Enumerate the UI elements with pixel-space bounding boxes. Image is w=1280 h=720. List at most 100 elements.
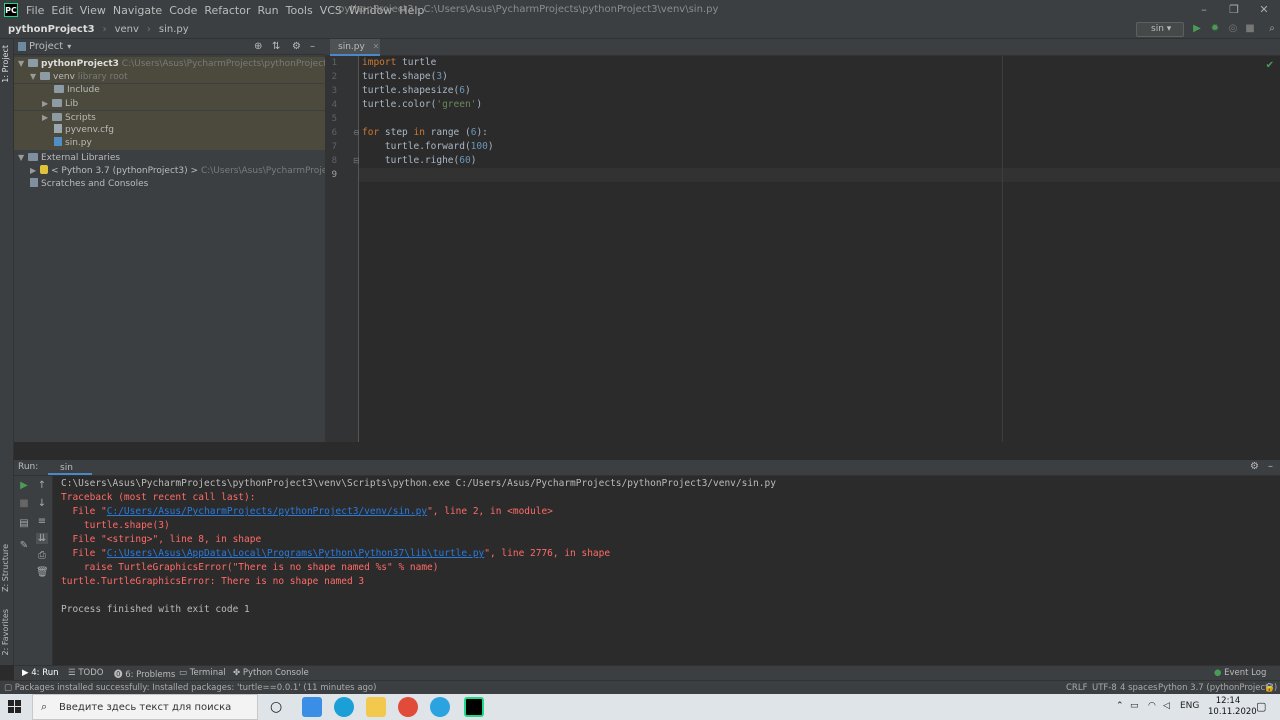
hide-panel-icon[interactable]: – xyxy=(310,41,315,52)
editor-tab-label: sin.py xyxy=(338,42,365,52)
line-number: 3 xyxy=(331,86,337,96)
interpreter[interactable]: Python 3.7 (pythonProject3) xyxy=(1158,683,1277,693)
menu-file[interactable]: File xyxy=(26,4,44,17)
menu-tools[interactable]: Tools xyxy=(286,4,313,17)
console-output[interactable]: C:\Users\Asus\PycharmProjects\pythonProj… xyxy=(53,476,1280,665)
expand-arrow-icon[interactable]: ▼ xyxy=(18,151,28,164)
file-link[interactable]: C:\Users\Asus\AppData\Local\Programs\Pyt… xyxy=(107,548,485,559)
panel-splitter[interactable] xyxy=(14,442,1280,460)
chrome-app-icon[interactable] xyxy=(398,697,418,717)
gear-icon[interactable]: ⚙ xyxy=(1250,461,1259,472)
breadcrumb-venv[interactable]: venv xyxy=(115,24,139,35)
coverage-icon[interactable]: ◎ xyxy=(1227,23,1239,35)
run-panel-label: Run: xyxy=(18,462,39,472)
menu-bar: PC File Edit View Navigate Code Refactor… xyxy=(0,0,1280,20)
trash-icon[interactable]: 🗑 xyxy=(36,567,49,578)
tree-item-scripts[interactable]: ▶ Scripts xyxy=(14,111,325,124)
lock-icon[interactable]: 🔒 xyxy=(1264,683,1275,693)
code-editor[interactable]: import turtle turtle.shape(3) turtle.sha… xyxy=(359,56,1280,442)
menu-code[interactable]: Code xyxy=(169,4,197,17)
chevron-right-icon[interactable]: ▶ xyxy=(30,164,40,177)
tree-item-pyvenv[interactable]: pyvenv.cfg xyxy=(14,124,325,137)
task-view-icon[interactable]: ○ xyxy=(270,699,282,715)
tree-item-lib[interactable]: ▶ Lib xyxy=(14,97,325,110)
volume-icon[interactable]: ◁ xyxy=(1163,701,1170,711)
pycharm-app-icon[interactable] xyxy=(464,697,484,717)
soft-wrap-icon[interactable]: ≡ xyxy=(36,516,48,527)
tool-tab-problems[interactable]: ⓿ 6: Problems xyxy=(114,668,175,680)
tool-tab-event-log[interactable]: ● Event Log xyxy=(1214,668,1266,678)
locate-icon[interactable]: ⊕ xyxy=(254,41,262,52)
tool-tab-run[interactable]: ▶ 4: Run xyxy=(22,668,59,678)
tree-item-venv[interactable]: ▼ venv library root xyxy=(14,70,325,83)
folder-icon xyxy=(52,99,62,107)
chevron-right-icon[interactable]: ▶ xyxy=(42,97,52,110)
folder-app-icon[interactable] xyxy=(366,697,386,717)
edge-app-icon[interactable] xyxy=(334,697,354,717)
stop-icon[interactable]: ■ xyxy=(1244,23,1256,35)
telegram-app-icon[interactable] xyxy=(430,697,450,717)
menu-run[interactable]: Run xyxy=(258,4,279,17)
tray-chevron-icon[interactable]: ⌃ xyxy=(1116,701,1124,711)
run-icon[interactable]: ▶ xyxy=(1191,23,1203,35)
editor-tab-sin-py[interactable]: sin.py ✕ xyxy=(330,39,380,56)
network-icon[interactable]: ▭ xyxy=(1130,701,1139,711)
inspection-ok-icon[interactable]: ✔ xyxy=(1266,60,1274,71)
project-side-tab[interactable]: 1: Project xyxy=(1,45,10,83)
minimize-icon[interactable]: – xyxy=(1194,3,1214,17)
pin-icon[interactable]: ✎ xyxy=(18,540,30,551)
tree-item-external-libraries[interactable]: ▼ External Libraries xyxy=(14,151,120,164)
menu-refactor[interactable]: Refactor xyxy=(204,4,250,17)
tray-clock[interactable]: 12:14 10.11.2020 xyxy=(1208,696,1257,718)
tree-item-include[interactable]: Include xyxy=(14,84,325,97)
rerun-icon[interactable]: ▶ xyxy=(18,480,30,491)
line-number: 9 xyxy=(331,170,337,180)
search-icon[interactable]: ⌕ xyxy=(1266,23,1278,35)
tree-item-scratches[interactable]: Scratches and Consoles xyxy=(14,178,148,191)
stop-icon[interactable]: ■ xyxy=(18,498,30,509)
menu-navigate[interactable]: Navigate xyxy=(113,4,162,17)
breadcrumb-file[interactable]: sin.py xyxy=(159,24,189,35)
favorites-side-tab[interactable]: 2: Favorites xyxy=(1,609,10,655)
breadcrumb-project[interactable]: pythonProject3 xyxy=(8,24,95,35)
language-indicator[interactable]: ENG xyxy=(1180,701,1199,711)
code-line: turtle.righe(60) xyxy=(362,155,477,166)
hide-panel-icon[interactable]: – xyxy=(1268,461,1273,472)
indent-setting[interactable]: 4 spaces xyxy=(1120,683,1157,693)
run-tab-sin[interactable]: sin xyxy=(48,461,92,475)
maximize-icon[interactable]: ❐ xyxy=(1224,3,1244,17)
debug-icon[interactable]: ✹ xyxy=(1209,23,1221,35)
project-panel-title[interactable]: Project xyxy=(29,41,63,52)
notifications-icon[interactable]: ▢ xyxy=(1256,700,1266,713)
collapse-all-icon[interactable]: ⇅ xyxy=(272,41,280,52)
close-icon[interactable]: ✕ xyxy=(1254,3,1274,17)
menu-edit[interactable]: Edit xyxy=(51,4,72,17)
wifi-icon[interactable]: ◠ xyxy=(1148,701,1156,711)
print-icon[interactable]: ⎙ xyxy=(36,550,48,561)
line-separator[interactable]: CRLF xyxy=(1066,683,1087,693)
chevron-down-icon[interactable]: ▾ xyxy=(67,42,71,51)
layout-icon[interactable]: ▤ xyxy=(18,518,30,529)
expand-arrow-icon[interactable]: ▼ xyxy=(30,70,40,83)
expand-arrow-icon[interactable]: ▼ xyxy=(18,57,28,70)
scroll-to-end-icon[interactable]: ⇊ xyxy=(36,533,48,544)
structure-side-tab[interactable]: Z: Structure xyxy=(1,544,10,592)
arrow-down-icon[interactable]: ↓ xyxy=(36,498,48,509)
chevron-right-icon[interactable]: ▶ xyxy=(42,111,52,124)
menu-view[interactable]: View xyxy=(80,4,106,17)
windows-start-icon[interactable] xyxy=(8,700,22,714)
arrow-up-icon[interactable]: ↑ xyxy=(36,480,48,491)
tool-tab-terminal[interactable]: ▭ Terminal xyxy=(179,668,226,678)
status-message[interactable]: ▢ Packages installed successfully: Insta… xyxy=(4,683,376,693)
file-explorer-app-icon[interactable] xyxy=(302,697,322,717)
tool-tab-todo[interactable]: ☰ TODO xyxy=(68,668,103,678)
file-encoding[interactable]: UTF-8 xyxy=(1092,683,1117,693)
close-tab-icon[interactable]: ✕ xyxy=(373,42,380,51)
tree-item-sin-py[interactable]: sin.py xyxy=(14,137,325,150)
gear-icon[interactable]: ⚙ xyxy=(292,41,301,52)
file-link[interactable]: C:/Users/Asus/PycharmProjects/pythonProj… xyxy=(107,506,427,517)
tool-tab-python-console[interactable]: ✤ Python Console xyxy=(233,668,309,678)
tree-item-project-root[interactable]: ▼ pythonProject3 C:\Users\Asus\PycharmPro… xyxy=(14,57,332,70)
taskbar-search[interactable]: ⌕ Введите здесь текст для поиска xyxy=(32,694,258,720)
run-config-dropdown[interactable]: sin ▾ xyxy=(1136,22,1184,37)
